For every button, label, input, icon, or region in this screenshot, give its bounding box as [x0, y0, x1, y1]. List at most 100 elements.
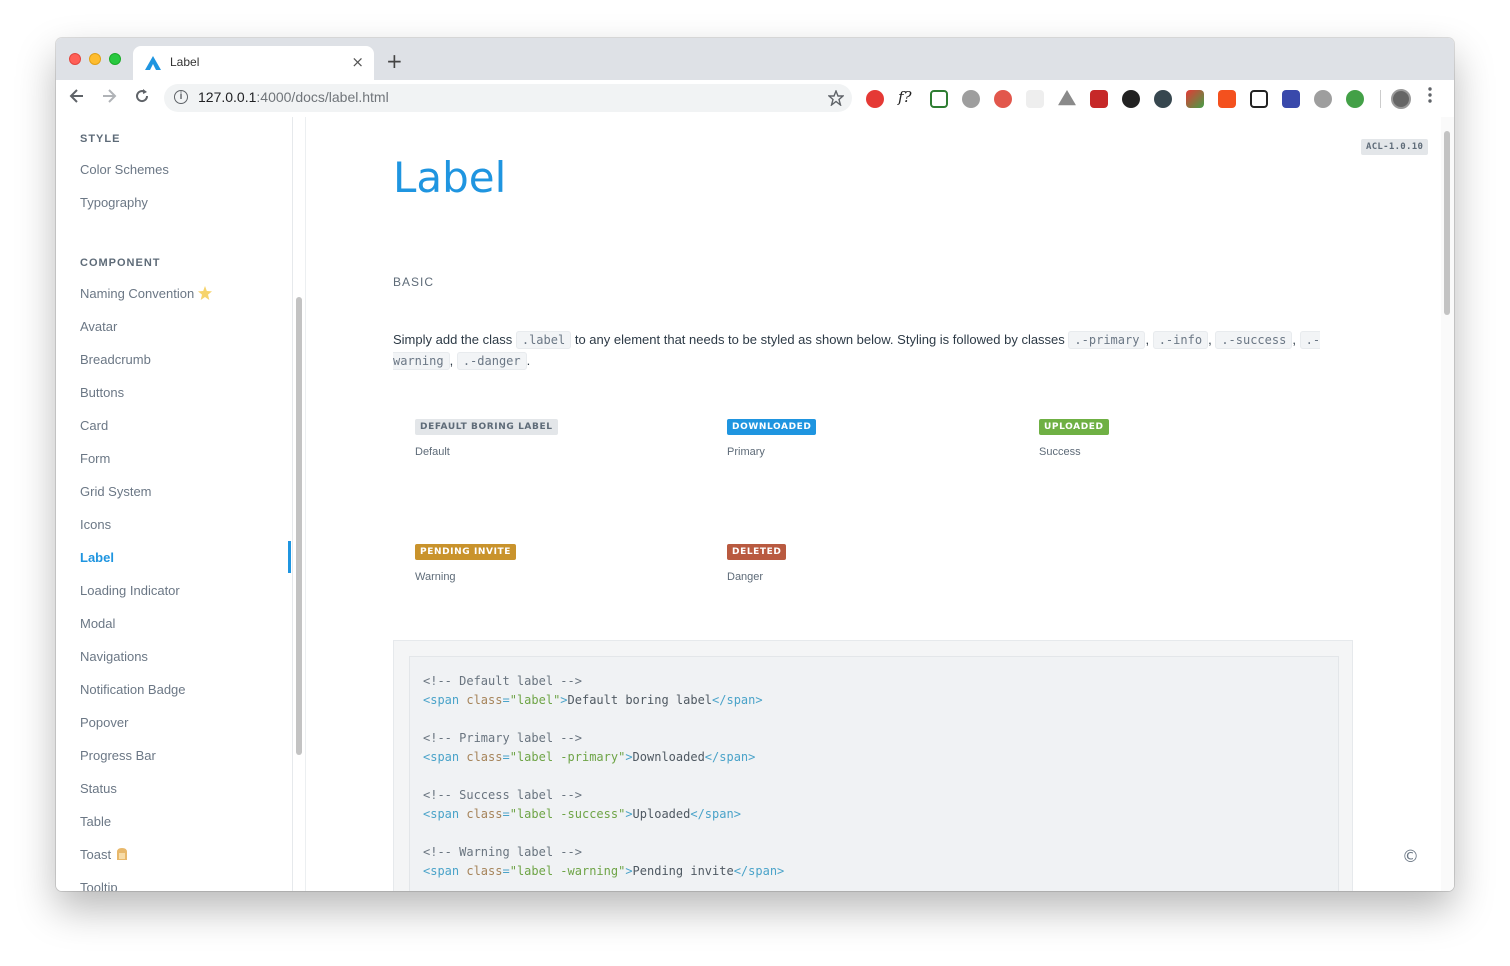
sidebar-item-avatar[interactable]: Avatar	[80, 319, 117, 334]
url-host: 127.0.0.1	[198, 89, 257, 105]
menu-icon[interactable]	[1428, 87, 1432, 107]
code-comment: <!-- Warning label -->	[423, 845, 582, 859]
new-tab-button[interactable]: +	[386, 49, 403, 73]
sidebar-item-progress-bar[interactable]: Progress Bar	[80, 748, 156, 763]
label-primary: DOWNLOADED	[727, 419, 817, 435]
minimize-window-button[interactable]	[89, 53, 101, 65]
code-string: "label"	[509, 693, 561, 707]
sidebar-item-loading-indicator[interactable]: Loading Indicator	[80, 583, 180, 598]
code-close-tag: </span>	[704, 750, 756, 764]
address-bar[interactable]: i 127.0.0.1:4000/docs/label.html	[164, 84, 852, 112]
demo-caption-danger: Danger	[727, 571, 764, 583]
code-gt: >	[625, 750, 633, 764]
pocket-extension-icon[interactable]	[994, 90, 1012, 108]
code-string: "label -primary"	[509, 750, 626, 764]
forward-icon[interactable]	[100, 87, 118, 110]
sidebar-heading-component: COMPONENT	[80, 257, 161, 269]
sidebar-item-card[interactable]: Card	[80, 418, 108, 433]
period: .	[526, 352, 531, 368]
tab-strip: Label × +	[56, 38, 1454, 80]
close-window-button[interactable]	[69, 53, 81, 65]
url-text[interactable]: 127.0.0.1:4000/docs/label.html	[198, 89, 389, 105]
lastpass-extension-icon[interactable]	[1090, 90, 1108, 108]
sidebar-item-typography[interactable]: Typography	[80, 195, 148, 210]
sidebar-item-grid-system[interactable]: Grid System	[80, 484, 152, 499]
desc-text-1: Simply add the class	[393, 332, 513, 347]
section-title-basic: BASIC	[393, 275, 435, 289]
globe-extension-icon[interactable]	[1346, 90, 1364, 108]
code-text: Default boring label	[567, 693, 713, 707]
profile-avatar[interactable]	[1391, 89, 1411, 109]
code-success: .-success	[1215, 331, 1293, 349]
code-eq: =	[502, 807, 510, 821]
reload-icon[interactable]	[133, 87, 151, 110]
demo-danger: DELETED Danger	[727, 541, 787, 583]
browser-toolbar: i 127.0.0.1:4000/docs/label.html f?	[56, 80, 1454, 118]
demo-caption-primary: Primary	[727, 446, 765, 458]
code-comment: <!-- Success label -->	[423, 788, 582, 802]
sidebar-item-label[interactable]: Label	[80, 550, 114, 565]
bookmark-star-icon[interactable]	[827, 87, 845, 111]
page-title: Label	[393, 153, 507, 202]
sidebar-item-popover[interactable]: Popover	[80, 715, 128, 730]
sidebar-item-status[interactable]: Status	[80, 781, 117, 796]
sidebar-item-naming-convention[interactable]: Naming Convention	[80, 286, 213, 301]
back-icon[interactable]	[68, 87, 86, 110]
demo-warning: PENDING INVITE Warning	[415, 541, 517, 583]
sidebar-item-color-schemes[interactable]: Color Schemes	[80, 162, 169, 177]
demo-default: DEFAULT BORING LABEL Default	[415, 416, 558, 458]
code-tag: <span	[423, 864, 460, 878]
demo-primary: DOWNLOADED Primary	[727, 416, 817, 458]
sidebar-item-icons[interactable]: Icons	[80, 517, 111, 532]
code-attr: class	[459, 864, 503, 878]
sidebar-item-toast[interactable]: Toast	[80, 847, 129, 862]
moon-extension-icon[interactable]	[1154, 90, 1172, 108]
bread-icon	[117, 848, 128, 860]
tab-title: Label	[170, 55, 200, 69]
adblock-extension-icon[interactable]	[866, 90, 884, 108]
sidebar-item-table[interactable]: Table	[80, 814, 111, 829]
color-extension-icon[interactable]	[1122, 90, 1140, 108]
code-attr: class	[459, 693, 503, 707]
sidebar-heading-style: STYLE	[80, 133, 121, 145]
sidebar-item-breadcrumb[interactable]: Breadcrumb	[80, 352, 151, 367]
sidebar-scrollbar[interactable]	[296, 297, 302, 755]
sidebar-item-navigations[interactable]: Navigations	[80, 649, 148, 664]
code-tag: <span	[423, 693, 460, 707]
sidebar-item-notification-badge[interactable]: Notification Badge	[80, 682, 186, 697]
notion-extension-icon[interactable]	[1250, 90, 1268, 108]
code-eq: =	[502, 864, 510, 878]
blank-extension-icon[interactable]	[1026, 90, 1044, 108]
code-gt: >	[625, 864, 633, 878]
browser-window: Label × + i 127.0.0.1:4000/docs/label.ht…	[56, 38, 1454, 891]
font-extension-icon[interactable]: f?	[898, 88, 916, 106]
zoom-window-button[interactable]	[109, 53, 121, 65]
sidebar-item-modal[interactable]: Modal	[80, 616, 115, 631]
screenshot-extension-icon[interactable]	[930, 90, 948, 108]
link-extension-icon[interactable]	[1314, 90, 1332, 108]
todo-extension-icon[interactable]	[1218, 90, 1236, 108]
code-close-tag: </span>	[733, 864, 785, 878]
code-label: .label	[515, 331, 572, 349]
info-icon[interactable]: i	[174, 90, 188, 104]
zotero-extension-icon[interactable]	[1282, 90, 1300, 108]
tab-label[interactable]: Label ×	[133, 46, 374, 80]
code-text: Downloaded	[632, 750, 705, 764]
main-scrollbar-thumb[interactable]	[1444, 131, 1450, 315]
code-primary: .-primary	[1068, 331, 1146, 349]
sidebar-item-form[interactable]: Form	[80, 451, 110, 466]
rocket-extension-icon[interactable]	[1186, 90, 1204, 108]
page-viewport: STYLE Color Schemes Typography COMPONENT…	[56, 117, 1454, 891]
version-badge: ACL-1.0.10	[1361, 139, 1429, 155]
copyright-icon[interactable]: ©	[1402, 847, 1419, 867]
code-text: Pending invite	[632, 864, 734, 878]
settings-extension-icon[interactable]	[962, 90, 980, 108]
drive-extension-icon[interactable]	[1058, 90, 1076, 106]
sidebar-item-buttons[interactable]: Buttons	[80, 385, 124, 400]
code-tag: <span	[423, 750, 460, 764]
sidebar-item-tooltip[interactable]: Tooltip	[80, 880, 118, 891]
toolbar-separator	[1380, 90, 1381, 108]
sidebar-active-indicator	[288, 541, 291, 573]
sidebar-item-label: Naming Convention	[80, 286, 195, 301]
tab-close-icon[interactable]: ×	[351, 53, 364, 71]
